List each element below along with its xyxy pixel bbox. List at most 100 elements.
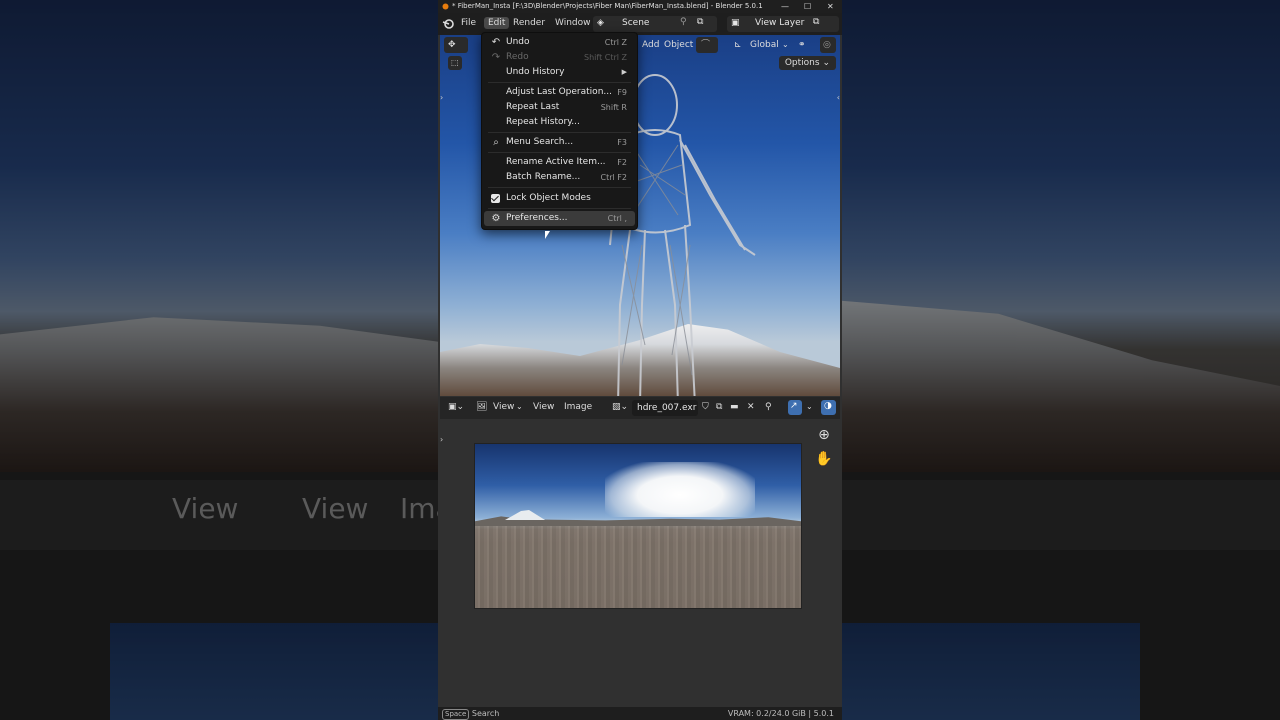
menu-item-shortcut: Shift Ctrl Z — [584, 53, 627, 62]
menu-item-shortcut: Ctrl Z — [604, 38, 627, 47]
undo-icon: ↶ — [491, 37, 501, 48]
options-label: Options — [784, 58, 820, 68]
menu-item-label: Repeat Last — [506, 102, 560, 112]
menu-item-label: Preferences... — [506, 213, 568, 223]
curve-icon: ⌒ — [701, 40, 711, 50]
scene-icon: ◈ — [597, 18, 604, 28]
new-view-layer-icon[interactable]: ⧉ — [813, 17, 819, 27]
transform-icon: ✥ — [448, 40, 456, 50]
background-view-label: View — [172, 492, 239, 525]
select-tool-button[interactable]: ⬚ — [448, 56, 462, 70]
menu-item-batch-rename[interactable]: Batch Rename... Ctrl F2 — [484, 170, 635, 185]
menu-separator — [488, 132, 631, 133]
pin-image-icon[interactable]: ⚲ — [765, 402, 772, 412]
menu-item-label: Undo History — [506, 67, 565, 77]
menu-item-undo-history[interactable]: Undo History ▶ — [484, 65, 635, 80]
new-scene-icon[interactable]: ⧉ — [697, 17, 703, 27]
menu-separator — [488, 82, 631, 83]
editor-type-button[interactable]: ✥ — [444, 37, 468, 53]
background-view-label-2: View — [302, 492, 369, 525]
menu-window[interactable]: Window — [555, 18, 591, 28]
menu-item-label: Lock Object Modes — [506, 193, 591, 203]
proportional-edit-button[interactable]: ◎ — [820, 37, 836, 53]
options-chevron-icon: ⌄ — [822, 58, 830, 68]
chevron-down-icon: ⌄ — [782, 40, 789, 49]
menu-item-shortcut: F2 — [617, 158, 627, 167]
status-bar: Space Search VRAM: 0.2/24.0 GiB | 5.0.1 — [438, 707, 842, 720]
view-dropdown[interactable]: View — [493, 402, 514, 412]
redo-icon: ↷ — [491, 52, 501, 63]
snap-button[interactable]: ⚭ — [796, 37, 818, 53]
duplicate-image-icon[interactable]: ⧉ — [716, 402, 722, 412]
unlink-image-icon[interactable]: ✕ — [747, 402, 755, 412]
submenu-arrow-icon: ▶ — [621, 68, 627, 76]
menu-edit[interactable]: Edit — [484, 17, 510, 29]
menu-item-undo[interactable]: ↶ Undo Ctrl Z — [484, 35, 635, 50]
axis-icon: ⊾ — [734, 40, 742, 50]
menu-item-shortcut: F9 — [617, 88, 627, 97]
options-dropdown[interactable]: Options ⌄ — [778, 56, 836, 70]
orientation-label: Global — [750, 40, 779, 50]
view-dropdown-chevron-icon: ⌄ — [516, 402, 523, 411]
menu-item-rename-active-item[interactable]: Rename Active Item... F2 — [484, 155, 635, 170]
pin-icon[interactable]: ⚲ — [680, 17, 687, 27]
view-menu[interactable]: View — [533, 402, 554, 412]
sidebar-expand-icon[interactable]: ‹ — [837, 93, 840, 102]
menu-item-preferences[interactable]: ⚙ Preferences... Ctrl , — [484, 211, 635, 226]
menu-item-repeat-history[interactable]: Repeat History... — [484, 115, 635, 130]
sync-chevron-icon[interactable]: ⌄ — [806, 402, 813, 411]
menu-item-label: Undo — [506, 37, 530, 47]
edit-menu: ↶ Undo Ctrl Z ↷ Redo Shift Ctrl Z Undo H… — [481, 32, 638, 230]
object-mode-button[interactable]: ⌒ — [696, 37, 718, 53]
menu-item-adjust-last-operation[interactable]: Adjust Last Operation... F9 — [484, 85, 635, 100]
menu-file[interactable]: File — [461, 18, 476, 28]
toolbar-expand-icon[interactable]: › — [440, 93, 443, 102]
mouse-cursor — [545, 231, 550, 239]
hdr-image-preview[interactable] — [474, 443, 802, 609]
image-editor-type-icon[interactable]: ▣⌄ — [448, 402, 464, 412]
maximize-icon[interactable]: ☐ — [804, 0, 811, 13]
menu-item-menu-search[interactable]: ⌕ Menu Search... F3 — [484, 135, 635, 150]
proportional-icon: ◎ — [823, 40, 831, 50]
link-icon: ⚭ — [798, 40, 806, 50]
uv-sync-button[interactable]: ↗ — [788, 400, 802, 415]
curve-sync-icon: ↗ — [790, 401, 798, 411]
scene-selector[interactable]: ◈ Scene ⚲ ⧉ — [593, 16, 717, 32]
orientation-dropdown[interactable]: ⊾ Global ⌄ — [732, 37, 792, 53]
space-key-hint: Space — [442, 709, 470, 720]
menu-render[interactable]: Render — [513, 18, 545, 28]
search-hint: Search — [471, 709, 500, 718]
menu-item-label: Menu Search... — [506, 137, 574, 147]
view-layer-selector[interactable]: ▣ View Layer ⧉ — [727, 16, 839, 32]
fake-user-shield-icon[interactable]: ⛉ — [702, 402, 709, 412]
window-title: * FiberMan_Insta [F:\3D\Blender\Projects… — [452, 2, 763, 10]
overlay-button[interactable]: ◑ — [821, 400, 836, 415]
blender-menu-icon[interactable] — [442, 18, 454, 30]
checkbox-icon[interactable] — [491, 194, 500, 203]
menu-item-lock-object-modes[interactable]: Lock Object Modes — [484, 191, 635, 206]
image-name-field[interactable]: hdre_007.exr — [632, 400, 698, 416]
image-menu[interactable]: Image — [564, 402, 592, 412]
zoom-icon[interactable]: ⊕ — [813, 424, 835, 446]
hand-pan-icon[interactable]: ✋ — [813, 448, 835, 470]
image-browse-icon[interactable]: ▧⌄ — [612, 402, 628, 412]
close-icon[interactable]: ✕ — [827, 0, 834, 13]
view-icon[interactable]: 🖼 — [476, 402, 487, 412]
object-menu[interactable]: Object — [660, 37, 697, 53]
image-toolbar-expand-icon[interactable]: › — [440, 435, 443, 444]
vram-readout: VRAM: 0.2/24.0 GiB | 5.0.1 — [727, 709, 834, 718]
minimize-icon[interactable]: — — [781, 0, 789, 13]
menu-item-repeat-last[interactable]: Repeat Last Shift R — [484, 100, 635, 115]
overlay-icon: ◑ — [824, 401, 832, 411]
menu-item-label: Repeat History... — [506, 117, 580, 127]
view-layer-icon: ▣ — [731, 18, 740, 28]
gear-icon: ⚙ — [491, 213, 501, 224]
open-image-folder-icon[interactable]: ▬ — [730, 402, 739, 412]
cursor-select-icon: ⬚ — [451, 58, 459, 67]
menu-item-redo[interactable]: ↷ Redo Shift Ctrl Z — [484, 50, 635, 65]
menu-item-shortcut: Ctrl , — [607, 214, 627, 223]
menu-separator — [488, 152, 631, 153]
menu-item-shortcut: F3 — [617, 138, 627, 147]
menu-item-shortcut: Shift R — [600, 103, 627, 112]
hdr-ground — [475, 522, 801, 608]
